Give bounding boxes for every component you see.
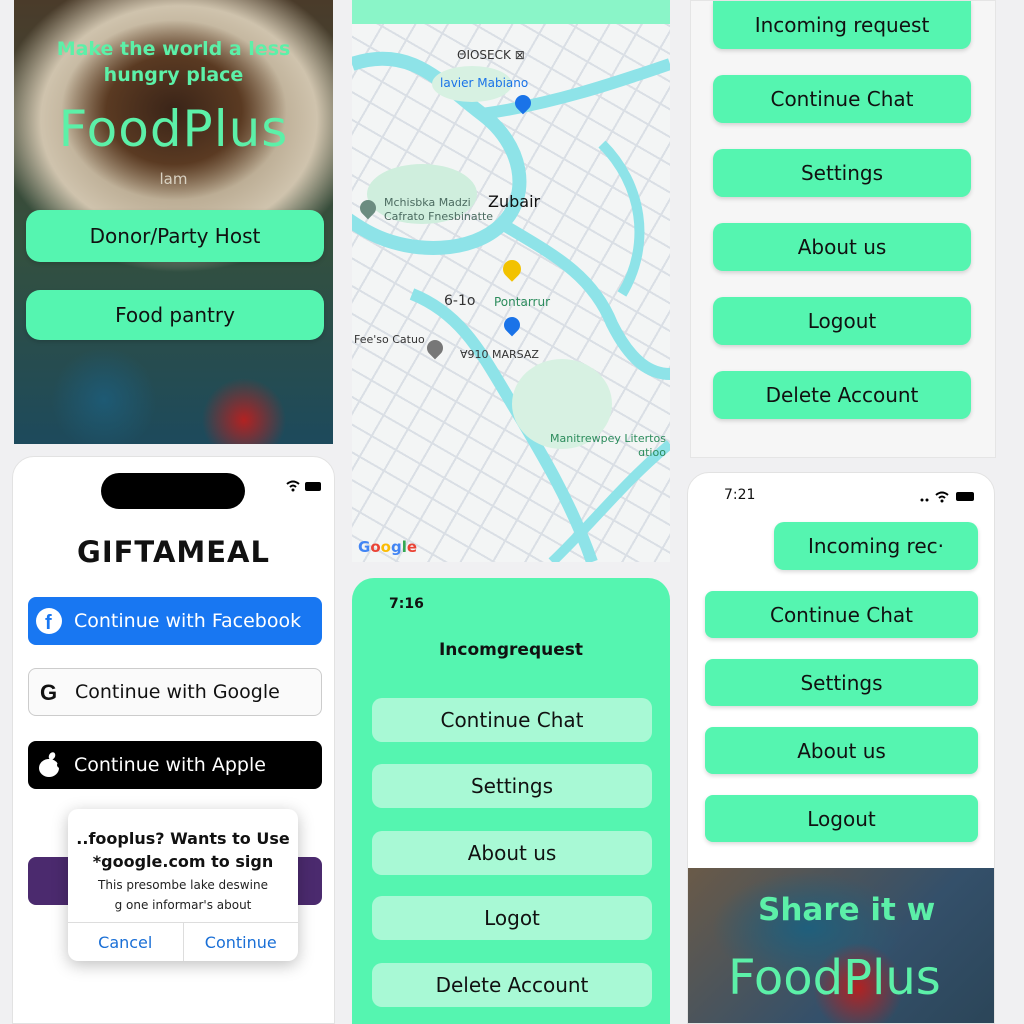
apple-button-label: Continue with Apple xyxy=(74,754,266,776)
google-logo: Google xyxy=(358,538,417,556)
logout-button[interactable]: Logout xyxy=(713,297,971,345)
map-screen[interactable]: ΘIOSECK ⊠ lavier Mabiano Zubair Mchisbka… xyxy=(352,0,670,562)
google-letter: o xyxy=(380,538,391,556)
logout-button[interactable]: Logot xyxy=(372,896,652,940)
google-button-label: Continue with Google xyxy=(75,681,280,703)
settings-button[interactable]: Settings xyxy=(372,764,652,808)
menu-screen-2: 7:16 Incomgrequest Continue Chat Setting… xyxy=(352,578,670,1024)
about-us-button[interactable]: About us xyxy=(705,727,978,774)
status-time: 7:21 xyxy=(724,487,756,503)
continue-with-apple-button[interactable]: Continue with Apple xyxy=(28,741,322,789)
dialog-cancel-button[interactable]: Cancel xyxy=(68,923,184,961)
apple-icon xyxy=(36,752,62,778)
delete-account-button[interactable]: Delete Account xyxy=(713,371,971,419)
google-letter: e xyxy=(406,538,418,556)
status-time: 7:16 xyxy=(389,596,424,612)
map-label-bottom-right: Manitrewpey Litertos ɑtioo xyxy=(550,432,666,459)
logout-button[interactable]: Logout xyxy=(705,795,978,842)
about-us-button[interactable]: About us xyxy=(713,223,971,271)
map-label-marsaz: Ɐ910 MARSAZ xyxy=(460,348,539,361)
settings-button[interactable]: Settings xyxy=(713,149,971,197)
dialog-title-line1: ..fooplus? Wants to Use xyxy=(76,829,290,848)
google-g-icon: G xyxy=(37,679,63,705)
map-label-zubair: Zubair xyxy=(488,192,541,211)
delete-account-button[interactable]: Delete Account xyxy=(372,963,652,1007)
tagline: Make the world a less hungry place xyxy=(56,38,291,86)
map-label-feeso: Fee'so Catuo xyxy=(354,333,425,346)
map-waterways xyxy=(352,51,670,562)
map-label-number: 6-1o xyxy=(444,293,476,309)
incoming-request-button[interactable]: Incoming request xyxy=(713,1,971,49)
incoming-request-heading: Incomgrequest xyxy=(438,640,584,660)
google-letter: o xyxy=(370,538,381,556)
login-screen: GIFTAMEAL f Continue with Facebook G Con… xyxy=(12,456,335,1024)
map-label-left-place: Mchisbka Madzi Cafrato Fnesbinatte xyxy=(384,196,494,223)
menu-screen-1: Incoming request Continue Chat Settings … xyxy=(690,0,996,458)
map-label-place-top: lavier Mabiano xyxy=(440,76,529,90)
about-us-button[interactable]: About us xyxy=(372,831,652,875)
app-title: GIFTAMEAL xyxy=(77,535,270,569)
settings-button[interactable]: Settings xyxy=(705,659,978,706)
continue-chat-button[interactable]: Continue Chat xyxy=(713,75,971,123)
foodplus-splash-screen: Make the world a less hungry place FoodP… xyxy=(14,0,333,444)
facebook-icon: f xyxy=(36,608,62,634)
dialog-body-line1: This presombe lake deswine xyxy=(98,878,268,892)
map-label-pontarrur: Pontarrur xyxy=(494,295,551,309)
incoming-request-button[interactable]: Incoming rec· xyxy=(774,522,978,570)
donor-party-host-button[interactable]: Donor/Party Host xyxy=(26,210,324,262)
share-banner: Share it w FoodPlus xyxy=(688,868,994,1023)
share-headline: Share it w xyxy=(758,892,936,928)
brand-title: FoodPlus xyxy=(58,100,289,158)
wifi-battery-icon xyxy=(285,479,325,496)
continue-with-google-button[interactable]: G Continue with Google xyxy=(28,668,322,716)
dialog-body-line2: g one informar's about xyxy=(114,898,252,912)
map-label-top-code: ΘIOSECK ⊠ xyxy=(457,48,525,62)
signal-wifi-battery-icon xyxy=(920,489,980,506)
map-top-bar xyxy=(352,0,670,24)
continue-with-facebook-button[interactable]: f Continue with Facebook xyxy=(28,597,322,645)
dynamic-island xyxy=(101,473,245,509)
continue-chat-button[interactable]: Continue Chat xyxy=(705,591,978,638)
google-sign-in-permission-dialog: ..fooplus? Wants to Use *google.com to s… xyxy=(68,809,298,961)
continue-chat-button[interactable]: Continue Chat xyxy=(372,698,652,742)
svg-text:G: G xyxy=(40,680,57,705)
google-letter: g xyxy=(390,538,402,556)
facebook-button-label: Continue with Facebook xyxy=(74,610,302,632)
food-pantry-button[interactable]: Food pantry xyxy=(26,290,324,340)
google-letter: G xyxy=(358,538,371,556)
dialog-continue-button[interactable]: Continue xyxy=(184,923,299,961)
share-brand: FoodPlus xyxy=(728,950,941,1006)
menu-screen-3: 7:21 Incoming rec· Continue Chat Setting… xyxy=(687,472,995,1024)
dialog-title-line2: *google.com to sign xyxy=(92,852,274,871)
brand-subtext: lam xyxy=(159,170,188,188)
svg-text:f: f xyxy=(45,612,52,634)
